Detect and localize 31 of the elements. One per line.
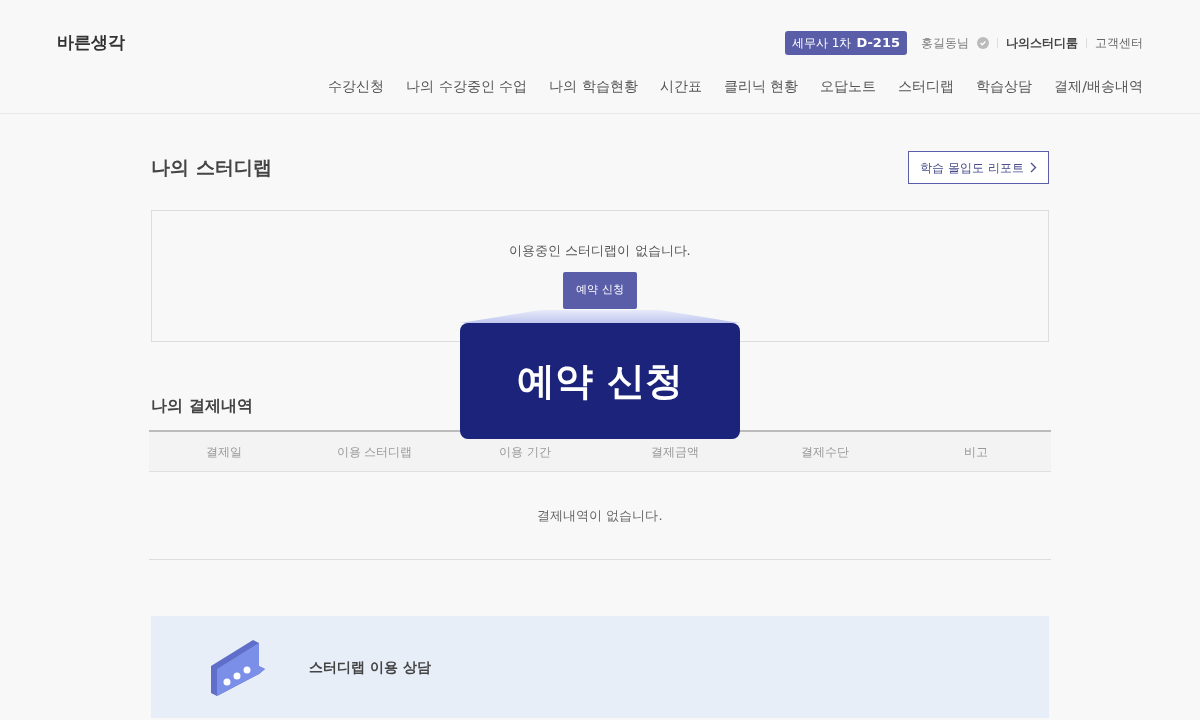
exam-badge: 세무사 1차 D-215 bbox=[784, 31, 907, 55]
column-header: 이용 스터디랩 bbox=[335, 443, 414, 461]
report-button[interactable]: 학습 몰입도 리포트 bbox=[908, 151, 1049, 184]
consult-label: 스터디랩 이용 상담 bbox=[309, 657, 431, 677]
column-header: 결제금액 bbox=[650, 443, 701, 461]
column-header: 비고 bbox=[962, 443, 989, 461]
check-icon bbox=[977, 37, 989, 49]
nav-link[interactable]: 결제/배송내역 bbox=[1054, 76, 1143, 97]
nav-link[interactable]: 오답노트 bbox=[820, 76, 877, 97]
section-title: 나의 결제내역 bbox=[151, 395, 254, 417]
nav-link[interactable]: 나의 수강중인 수업 bbox=[406, 76, 528, 97]
column-header: 결제일 bbox=[205, 443, 244, 461]
site-logo[interactable]: 바른생각 bbox=[57, 30, 125, 56]
column-header: 이용 기간 bbox=[497, 443, 552, 461]
nav-link[interactable]: 수강신청 bbox=[328, 76, 385, 97]
consult-banner[interactable]: 스터디랩 이용 상담 bbox=[151, 616, 1049, 718]
nav-link[interactable]: 학습상담 bbox=[976, 76, 1033, 97]
section-title: 나의 스터디랩 bbox=[151, 155, 272, 181]
chevron-right-icon bbox=[1030, 162, 1037, 173]
column-header: 결제수단 bbox=[800, 443, 851, 461]
nav-link[interactable]: 스터디랩 bbox=[898, 76, 955, 97]
reserve-button[interactable]: 예약 신청 bbox=[563, 271, 637, 309]
user-name[interactable]: 홍길동님 bbox=[921, 34, 969, 52]
header-link[interactable]: 나의스터디룸 bbox=[1006, 34, 1078, 52]
empty-message: 이용중인 스터디랩이 없습니다. bbox=[509, 242, 691, 260]
empty-message: 결제내역이 없습니다. bbox=[537, 506, 663, 525]
nav-link[interactable]: 클리닉 현황 bbox=[723, 76, 799, 97]
nav-link[interactable]: 나의 학습현황 bbox=[549, 76, 638, 97]
callout-label: 예약 신청 bbox=[517, 357, 683, 405]
header-link[interactable]: 고객센터 bbox=[1095, 34, 1143, 52]
nav-link[interactable]: 시간표 bbox=[659, 76, 702, 97]
